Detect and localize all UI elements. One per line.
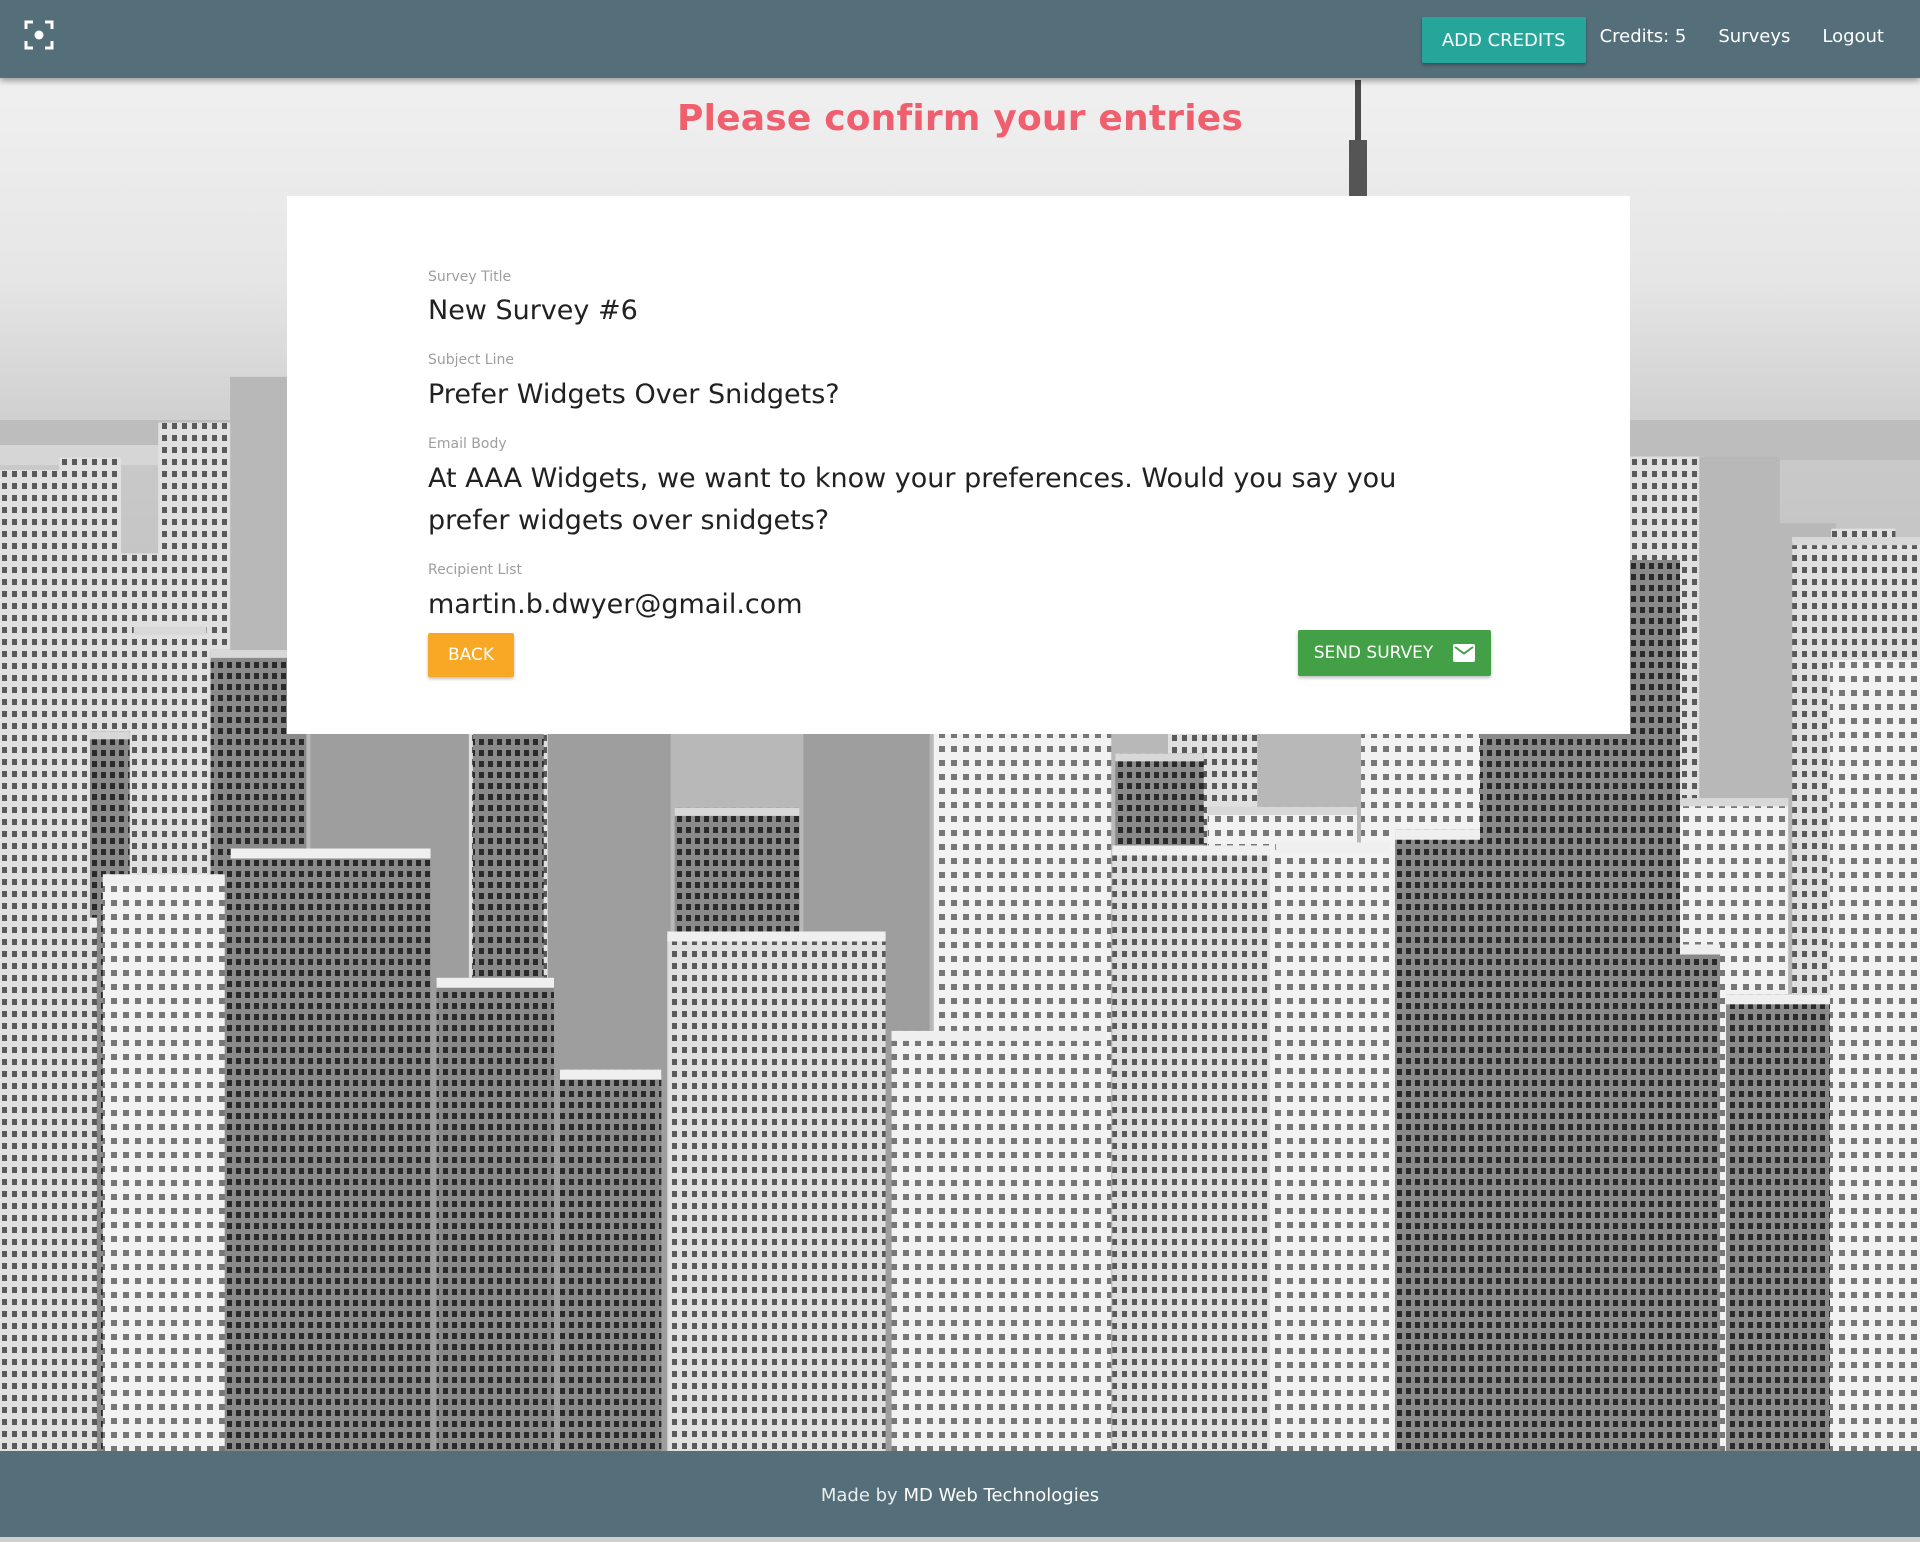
footer-company-link[interactable]: MD Web Technologies	[903, 1485, 1099, 1506]
page-footer: Made by MD Web Technologies	[0, 1451, 1920, 1542]
credits-count: Credits: 5	[1599, 25, 1687, 47]
building-near	[1275, 842, 1390, 1542]
building-roof	[1112, 845, 1270, 856]
survey-title-label: Survey Title	[428, 269, 512, 285]
footer-prefix: Made by	[820, 1485, 904, 1506]
logout-link[interactable]: Logout	[1806, 13, 1900, 59]
survey-title-value: New Survey #6	[428, 295, 638, 326]
building-near	[102, 874, 225, 1542]
focus-frame-icon[interactable]	[24, 20, 54, 50]
email-body-label: Email Body	[428, 436, 507, 452]
subject-line-label: Subject Line	[428, 352, 514, 368]
building-roof	[230, 848, 431, 859]
add-credits-button[interactable]: ADD CREDITS	[1421, 17, 1586, 63]
building-roof	[1207, 806, 1358, 815]
back-button[interactable]: BACK	[428, 633, 515, 677]
building-roof	[436, 977, 555, 988]
nav-menu: ADD CREDITS Credits: 5 Surveys Logout	[1421, 17, 1900, 63]
building-near	[230, 848, 431, 1542]
send-survey-label: SEND SURVEY	[1313, 643, 1434, 663]
surveys-link[interactable]: Surveys	[1702, 13, 1806, 59]
building-near	[1112, 845, 1270, 1542]
email-body-value: At AAA Widgets, we want to know your pre…	[428, 463, 1397, 536]
building-roof	[560, 1069, 662, 1080]
send-survey-button[interactable]: SEND SURVEY	[1298, 630, 1491, 676]
building-roof	[102, 874, 225, 885]
building-roof	[891, 1030, 1107, 1041]
recipient-list-label: Recipient List	[428, 562, 522, 578]
footer-credit: Made by MD Web Technologies	[0, 1485, 1920, 1506]
page-title: Please confirm your entries	[676, 98, 1244, 139]
tower-left	[0, 470, 90, 1470]
building-roof	[1115, 753, 1204, 762]
building-roof	[674, 807, 800, 816]
recipient-list-value: martin.b.dwyer@gmail.com	[428, 589, 803, 620]
top-navbar: ADD CREDITS Credits: 5 Surveys Logout	[0, 0, 1920, 78]
footer-strip	[0, 1537, 1920, 1542]
antenna-spire	[1349, 140, 1367, 200]
building-roof	[667, 931, 886, 942]
back-button-label: BACK	[448, 645, 495, 665]
subject-line-value: Prefer Widgets Over Snidgets?	[428, 379, 840, 410]
building-roof	[1275, 842, 1390, 853]
building-roof	[133, 626, 207, 635]
tower-edge	[1830, 660, 1920, 1460]
building-roof	[1792, 537, 1920, 546]
email-icon	[1453, 644, 1476, 662]
survey-review-card: Survey Title New Survey #6 Subject Line …	[287, 196, 1630, 734]
